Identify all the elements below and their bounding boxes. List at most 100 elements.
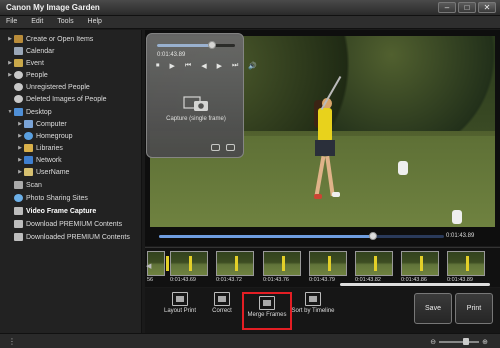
- frame-thumbnail[interactable]: 0:01:43.86: [401, 251, 439, 283]
- download-icon: [14, 220, 23, 228]
- current-time: 0:01:43.89: [446, 233, 475, 239]
- capture-slider-knob[interactable]: [207, 41, 216, 49]
- person-icon: [14, 95, 23, 103]
- sidebar-item-label: Download PREMIUM Contents: [26, 220, 123, 228]
- expand-arrow-icon[interactable]: ▶: [16, 145, 24, 151]
- playback-seekbar[interactable]: [159, 232, 444, 240]
- frame-time: 0:01:43.76: [263, 277, 289, 283]
- menu-tools[interactable]: Tools: [51, 16, 79, 25]
- golf-bag: [452, 210, 462, 224]
- user-folder-icon: [24, 168, 33, 176]
- sidebar-item-label: Desktop: [26, 108, 52, 116]
- zoom-slider-knob[interactable]: [463, 338, 470, 345]
- frame-thumbnail[interactable]: 0:01:43.72: [216, 251, 254, 283]
- title-bar: Canon My Image Garden – □ ✕: [0, 0, 500, 16]
- sidebar-item-computer[interactable]: ▶ Computer: [16, 118, 67, 130]
- prev-frame-icon[interactable]: ⏮: [185, 62, 191, 70]
- volume-icon[interactable]: 🔊: [248, 62, 257, 70]
- filmstrip-left-arrow-icon[interactable]: ◀: [146, 262, 151, 270]
- sidebar-item-label: Libraries: [36, 144, 63, 152]
- sidebar-item-homegroup[interactable]: ▶ Homegroup: [16, 130, 73, 142]
- menu-bar: File Edit Tools Help: [0, 16, 500, 29]
- download-icon: [14, 233, 23, 241]
- maximize-button[interactable]: □: [458, 2, 476, 13]
- correct-button[interactable]: Correct: [197, 292, 247, 314]
- sidebar-item-download-premium[interactable]: Download PREMIUM Contents: [14, 218, 122, 230]
- frame-time: 0:01:43.72: [216, 277, 242, 283]
- golf-bag: [398, 161, 408, 175]
- sidebar-item-downloaded-premium[interactable]: Downloaded PREMIUM Contents: [14, 231, 130, 243]
- sidebar-item-photo-sharing[interactable]: Photo Sharing Sites: [14, 192, 88, 204]
- tool-label: Layout Print: [163, 308, 197, 314]
- frame-thumbnail[interactable]: 0:01:43.82: [355, 251, 393, 283]
- sidebar-item-calendar[interactable]: Calendar: [14, 45, 54, 57]
- sidebar-item-libraries[interactable]: ▶ Libraries: [16, 142, 63, 154]
- frame-thumbnail[interactable]: 0:01:43.76: [263, 251, 301, 283]
- seekbar-fill: [159, 235, 373, 238]
- tool-label: Sort by Timeline: [291, 308, 335, 314]
- golfer-figure: [312, 98, 340, 208]
- frame-thumbnail[interactable]: 0:01:43.69: [170, 251, 208, 283]
- capture-slider[interactable]: [157, 41, 235, 49]
- tool-label: Correct: [212, 308, 232, 314]
- sidebar-item-username[interactable]: ▶ UserName: [16, 166, 69, 178]
- sidebar: ▶ Create or Open Items Calendar ▶ Event …: [0, 30, 142, 333]
- step-forward-icon[interactable]: ▶: [217, 62, 222, 70]
- person-icon: [14, 71, 23, 79]
- sidebar-item-desktop[interactable]: ▼ Desktop: [6, 106, 52, 118]
- seekbar-knob[interactable]: [368, 232, 377, 240]
- merge-frames-button[interactable]: Merge Frames: [242, 292, 292, 330]
- expand-arrow-icon[interactable]: ▶: [16, 133, 24, 139]
- sidebar-item-label: Photo Sharing Sites: [26, 194, 88, 202]
- filmstrip: 56 0:01:43.69 0:01:43.72 0:01:43.76 0:01…: [145, 247, 500, 287]
- expand-arrow-icon[interactable]: ▶: [16, 121, 24, 127]
- loop-icon[interactable]: [211, 144, 220, 151]
- frame-thumbnail[interactable]: 0:01:43.79: [309, 251, 347, 283]
- print-button[interactable]: Print: [455, 293, 493, 324]
- expand-arrow-icon[interactable]: ▶: [16, 169, 24, 175]
- sidebar-item-label: People: [26, 71, 48, 79]
- zoom-in-icon[interactable]: ⊕: [482, 338, 488, 346]
- sidebar-item-create[interactable]: ▶ Create or Open Items: [6, 33, 93, 45]
- menu-edit[interactable]: Edit: [25, 16, 49, 25]
- more-options-icon[interactable]: ⋮: [8, 337, 16, 346]
- sidebar-item-video-frame-capture[interactable]: Video Frame Capture: [14, 205, 96, 217]
- app-title: Canon My Image Garden: [6, 3, 100, 12]
- sidebar-item-deleted-people[interactable]: Deleted Images of People: [14, 93, 107, 105]
- window-controls: – □ ✕: [438, 2, 496, 13]
- capture-caption: Capture (single frame): [166, 116, 226, 122]
- minimize-button[interactable]: –: [438, 2, 456, 13]
- step-back-icon[interactable]: ◀: [201, 62, 206, 70]
- sidebar-item-event[interactable]: ▶ Event: [6, 57, 44, 69]
- sidebar-item-label: Create or Open Items: [26, 35, 94, 43]
- folder-icon: [14, 35, 23, 43]
- sidebar-item-scan[interactable]: Scan: [14, 179, 42, 191]
- sidebar-item-label: Downloaded PREMIUM Contents: [26, 233, 130, 241]
- expand-arrow-icon[interactable]: ▶: [6, 72, 14, 78]
- homegroup-icon: [24, 132, 33, 140]
- zoom-slider[interactable]: [439, 338, 480, 345]
- capture-camera-icon[interactable]: [182, 94, 210, 112]
- frame-thumbnail-selected[interactable]: 0:01:43.89: [447, 251, 485, 283]
- expand-arrow-icon[interactable]: ▶: [6, 36, 14, 42]
- play-icon[interactable]: ▶: [170, 62, 175, 70]
- stop-icon[interactable]: ⏹: [156, 62, 160, 70]
- next-frame-icon[interactable]: ⏭: [232, 62, 238, 70]
- settings-icon[interactable]: [226, 144, 235, 151]
- collapse-arrow-icon[interactable]: ▼: [6, 109, 14, 115]
- libraries-icon: [24, 144, 33, 152]
- capture-panel: 0:01:43.89 ⏹ ▶ ⏮ ◀ ▶ ⏭ 🔊 Capture (single…: [146, 33, 257, 158]
- sidebar-item-label: Scan: [26, 181, 42, 189]
- menu-file[interactable]: File: [0, 16, 23, 25]
- filmstrip-scrollbar[interactable]: [340, 283, 490, 286]
- save-button[interactable]: Save: [414, 293, 452, 324]
- expand-arrow-icon[interactable]: ▶: [16, 157, 24, 163]
- menu-help[interactable]: Help: [82, 16, 108, 25]
- expand-arrow-icon[interactable]: ▶: [6, 60, 14, 66]
- sort-by-timeline-button[interactable]: Sort by Timeline: [288, 292, 338, 314]
- close-button[interactable]: ✕: [478, 2, 496, 13]
- zoom-out-icon[interactable]: ⊖: [430, 338, 436, 346]
- sidebar-item-people[interactable]: ▶ People: [6, 69, 48, 81]
- sidebar-item-network[interactable]: ▶ Network: [16, 154, 62, 166]
- sidebar-item-unregistered-people[interactable]: Unregistered People: [14, 81, 90, 93]
